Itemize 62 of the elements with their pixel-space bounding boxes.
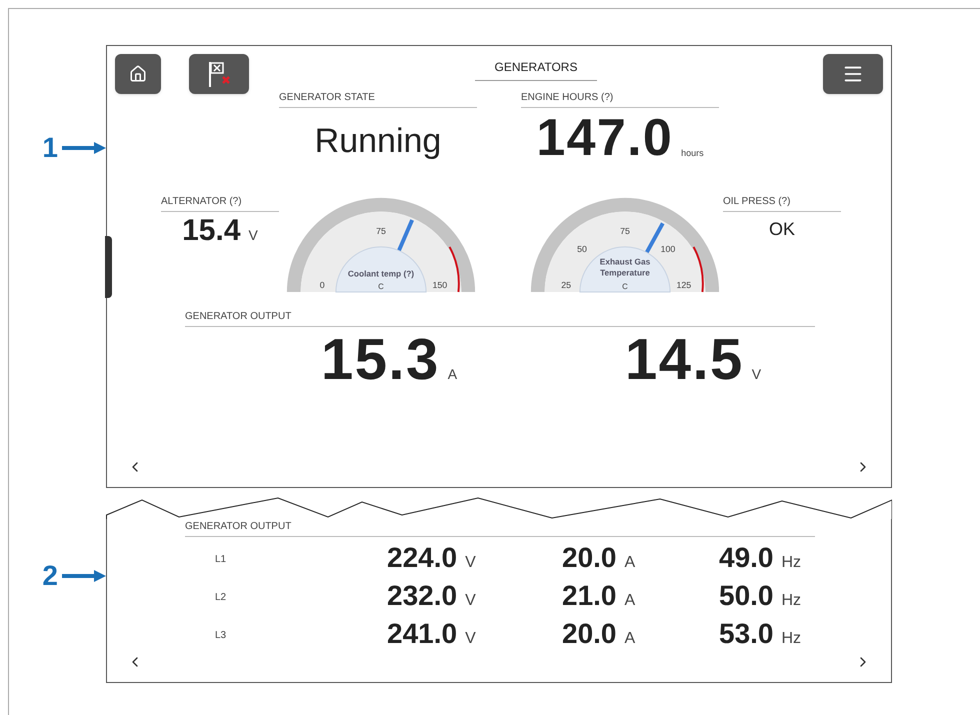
tick-label: 125 [676,280,692,290]
reading-value: 14.5 [625,331,744,389]
reading-unit: Hz [782,552,802,572]
side-handle[interactable] [105,236,112,298]
reading-unit: V [465,628,476,648]
flag-button[interactable] [189,54,249,94]
reading-unit: Hz [782,590,802,610]
reading-value: 15.3 [321,331,440,389]
gauge-title: Coolant temp (?) [348,268,414,278]
reading-value: 53.0 [719,620,774,648]
warning-zone-arc [692,246,704,292]
reading-unit: Hz [782,628,802,648]
section-label: ENGINE HOURS (?) [521,90,719,108]
home-button[interactable] [115,54,161,94]
reading-unit: hours [681,146,704,160]
reading-unit: A [624,590,636,610]
section-label: ALTERNATOR (?) [161,194,279,212]
line-label: L3 [214,628,228,642]
line-label: L2 [214,590,228,604]
reading-value: 21.0 [562,582,616,610]
gauge-unit: C [378,282,384,292]
flag-icon [207,60,231,88]
reading-unit: V [465,552,476,572]
reading-unit: A [624,628,636,648]
tick-label: 50 [577,244,587,254]
reading-value: 20.0 [562,544,616,572]
tick-label: 100 [660,244,676,254]
reading-unit: V [752,365,762,384]
reading-value: 232.0 [387,582,458,610]
reading-unit: A [624,552,636,572]
section-label: GENERATOR OUTPUT [185,519,815,537]
reading-unit: V [248,226,258,245]
callout-number: 2 [42,562,58,590]
tick-label: 75 [376,226,386,236]
reading-unit: A [448,365,458,384]
section-label: GENERATOR STATE [279,90,477,108]
gauge-unit: C [622,282,628,292]
warning-zone-arc [448,246,460,292]
reading-unit: V [465,590,476,610]
line-label: L1 [214,552,228,566]
screen-title: GENERATORS [474,58,598,81]
callout-arrow [62,141,106,155]
reading-value: 147.0 [536,112,674,164]
section-label: OIL PRESS (?) [723,194,841,212]
menu-button[interactable] [823,54,883,94]
oil-press-value: OK [768,218,796,241]
state-value: Running [314,121,442,162]
reading-value: 20.0 [562,620,616,648]
reading-value: 49.0 [719,544,774,572]
tick-label: 75 [620,226,630,236]
tick-label: 25 [561,280,572,290]
callout-arrow [62,569,106,583]
reading-value: 15.4 [182,216,241,246]
tick-label: 0 [320,280,325,290]
home-icon [129,65,147,83]
reading-value: 241.0 [387,620,458,648]
reading-value: 50.0 [719,582,774,610]
callout-number: 1 [42,134,58,162]
section-label: GENERATOR OUTPUT [185,309,815,327]
gauge-title: Exhaust Gas Temperature [600,256,650,278]
reading-value: 224.0 [387,544,458,572]
tick-label: 150 [432,280,448,290]
